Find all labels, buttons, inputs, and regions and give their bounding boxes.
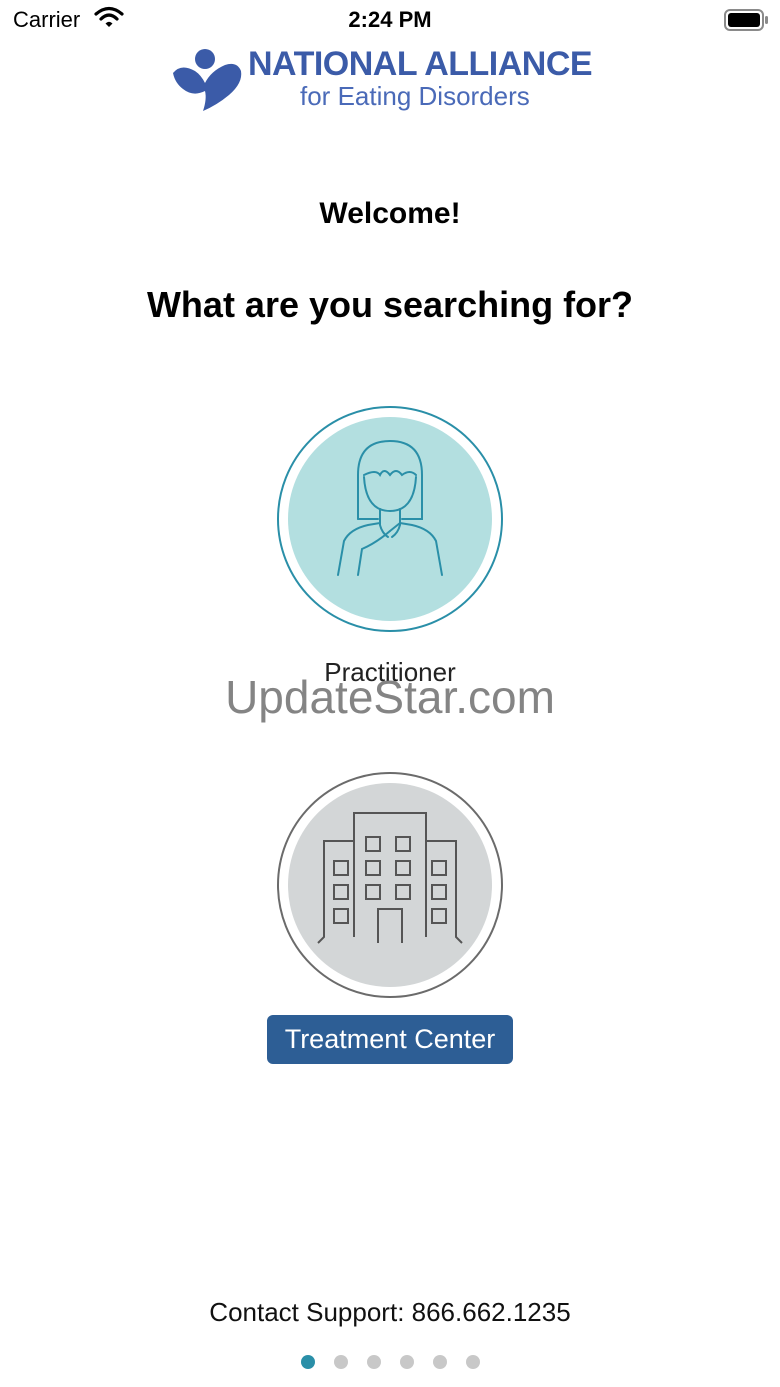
page-dot-5[interactable]	[432, 1355, 447, 1369]
treatment-center-option[interactable]	[276, 771, 504, 999]
page-dot-4[interactable]	[399, 1355, 414, 1369]
contact-support-text[interactable]: Contact Support: 866.662.1235	[0, 1297, 780, 1328]
practitioner-label[interactable]: Practitioner	[0, 657, 780, 688]
logo-title: NATIONAL ALLIANCE	[248, 45, 593, 83]
status-bar: Carrier 2:24 PM	[0, 0, 780, 40]
page-dot-3[interactable]	[366, 1355, 381, 1369]
page-indicator[interactable]	[0, 1355, 780, 1369]
battery-icon	[724, 9, 768, 36]
building-icon	[277, 772, 503, 998]
page-dot-6[interactable]	[465, 1355, 480, 1369]
page-dot-1[interactable]	[300, 1355, 315, 1369]
practitioner-icon	[277, 406, 503, 632]
page-dot-2[interactable]	[333, 1355, 348, 1369]
logo-mark-icon	[171, 45, 243, 118]
welcome-heading: Welcome!	[319, 197, 461, 230]
logo-subtitle: for Eating Disorders	[300, 81, 530, 111]
nationaI-alliance-logo: NATIONAL ALLIANCE for Eating Disorders	[171, 45, 611, 115]
search-question-heading: What are you searching for?	[146, 284, 634, 325]
status-time: 2:24 PM	[348, 7, 432, 32]
treatment-center-button[interactable]: Treatment Center	[267, 1015, 513, 1064]
practitioner-option[interactable]	[276, 405, 504, 633]
